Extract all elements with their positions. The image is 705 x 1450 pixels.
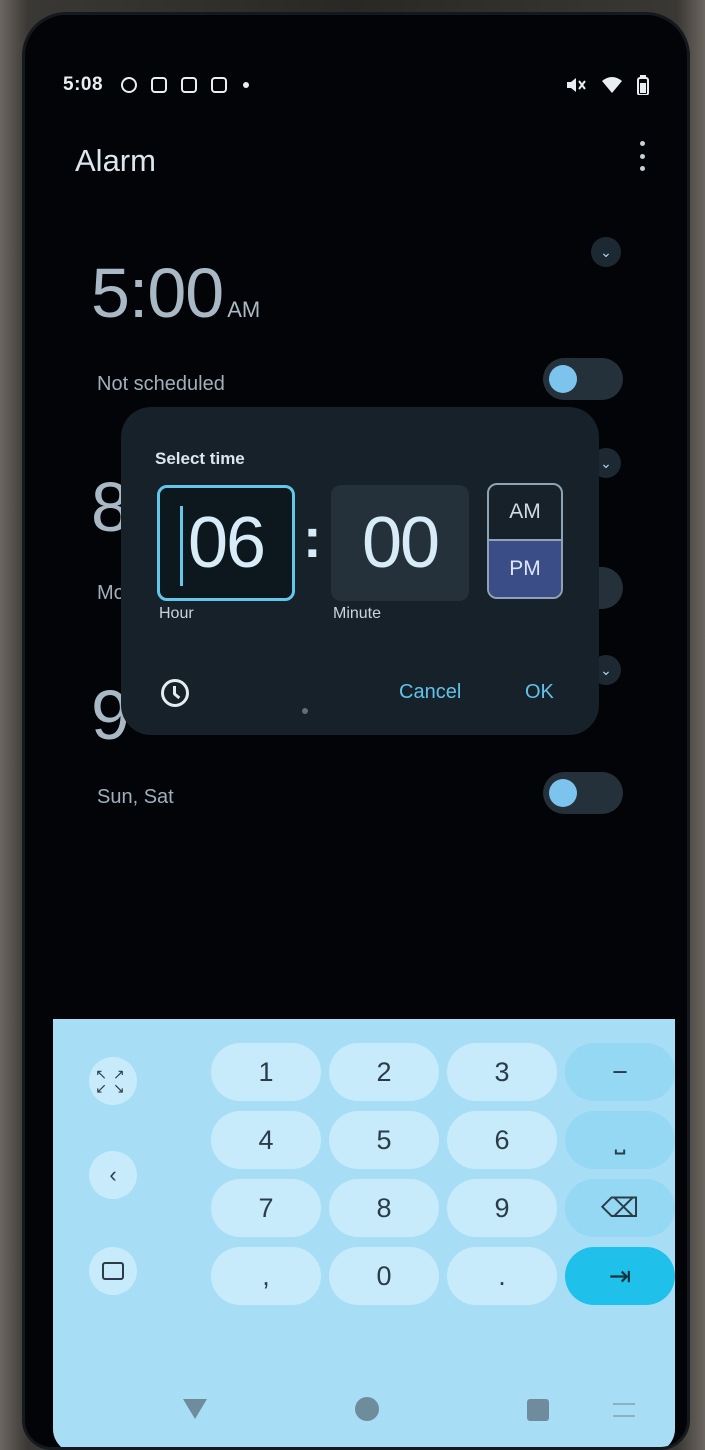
minute-input[interactable]: 00 bbox=[331, 485, 469, 601]
bag-icon bbox=[181, 77, 198, 93]
key-next[interactable]: ⇥ bbox=[565, 1247, 675, 1305]
time-picker-dialog: Select time 06 : 00 Hour Minute AM PM Ca… bbox=[121, 407, 599, 735]
more-notifications-dot bbox=[243, 82, 250, 88]
am-button[interactable]: AM bbox=[489, 485, 561, 541]
numeric-keyboard: ↖↗ ↙↘ ‹ 1 2 3 − 4 5 6 ⎵ 7 8 9 ⌫ , 0 . ⇥ bbox=[53, 1019, 675, 1447]
page-title: Alarm bbox=[75, 143, 156, 178]
cancel-button[interactable]: Cancel bbox=[399, 681, 461, 704]
key-6[interactable]: 6 bbox=[447, 1111, 557, 1169]
key-minus[interactable]: − bbox=[565, 1043, 675, 1101]
key-8[interactable]: 8 bbox=[329, 1179, 439, 1237]
key-9[interactable]: 9 bbox=[447, 1179, 557, 1237]
alarm-toggle[interactable] bbox=[543, 358, 623, 400]
key-4[interactable]: 4 bbox=[211, 1111, 321, 1169]
wifi-icon bbox=[602, 77, 622, 93]
nav-home-icon[interactable] bbox=[355, 1397, 379, 1421]
key-7[interactable]: 7 bbox=[211, 1179, 321, 1237]
screen: 5:08 Alarm ⌄ 5:00 AM Not scheduled ⌄ 8 Mo… bbox=[25, 15, 687, 1447]
navigation-bar bbox=[53, 1391, 675, 1431]
alarm-toggle[interactable] bbox=[543, 772, 623, 814]
status-right bbox=[565, 75, 649, 95]
key-2[interactable]: 2 bbox=[329, 1043, 439, 1101]
ok-button[interactable]: OK bbox=[525, 681, 554, 704]
period-selector: AM PM bbox=[487, 483, 563, 599]
battery-icon bbox=[637, 75, 649, 95]
pm-button[interactable]: PM bbox=[489, 541, 561, 597]
alarm-time[interactable]: 5:00 AM bbox=[91, 253, 260, 333]
key-backspace[interactable]: ⌫ bbox=[565, 1179, 675, 1237]
resize-keyboard-icon[interactable] bbox=[89, 1247, 137, 1295]
nav-recents-icon[interactable] bbox=[527, 1399, 549, 1421]
time-separator: : bbox=[303, 506, 322, 569]
key-3[interactable]: 3 bbox=[447, 1043, 557, 1101]
sim-icon bbox=[151, 77, 168, 93]
alarm-schedule-label: Not scheduled bbox=[97, 373, 225, 395]
key-comma[interactable]: , bbox=[211, 1247, 321, 1305]
clock-icon[interactable] bbox=[161, 679, 189, 707]
expand-icon[interactable]: ↖↗ ↙↘ bbox=[89, 1057, 137, 1105]
dialog-title: Select time bbox=[155, 449, 245, 468]
keyboard-switch-icon[interactable] bbox=[613, 1403, 635, 1417]
text-cursor bbox=[180, 506, 183, 586]
alarm-schedule-label: Sun, Sat bbox=[97, 786, 174, 808]
notification-icon bbox=[121, 77, 138, 93]
hour-input[interactable]: 06 bbox=[157, 485, 295, 601]
hour-label: Hour bbox=[159, 605, 194, 622]
dot-indicator bbox=[302, 708, 308, 714]
status-bar: 5:08 bbox=[63, 71, 649, 99]
minute-label: Minute bbox=[333, 605, 382, 622]
key-5[interactable]: 5 bbox=[329, 1111, 439, 1169]
overflow-menu-icon[interactable] bbox=[635, 141, 649, 171]
nav-back-icon[interactable] bbox=[183, 1399, 207, 1419]
message-icon bbox=[211, 77, 228, 93]
status-time: 5:08 bbox=[63, 74, 104, 95]
mute-icon bbox=[567, 78, 586, 92]
key-space[interactable]: ⎵ bbox=[565, 1111, 675, 1169]
phone-frame: 5:08 Alarm ⌄ 5:00 AM Not scheduled ⌄ 8 Mo… bbox=[22, 12, 690, 1450]
back-key[interactable]: ‹ bbox=[89, 1151, 137, 1199]
chevron-down-icon[interactable]: ⌄ bbox=[591, 237, 621, 267]
key-1[interactable]: 1 bbox=[211, 1043, 321, 1101]
key-period[interactable]: . bbox=[447, 1247, 557, 1305]
key-0[interactable]: 0 bbox=[329, 1247, 439, 1305]
